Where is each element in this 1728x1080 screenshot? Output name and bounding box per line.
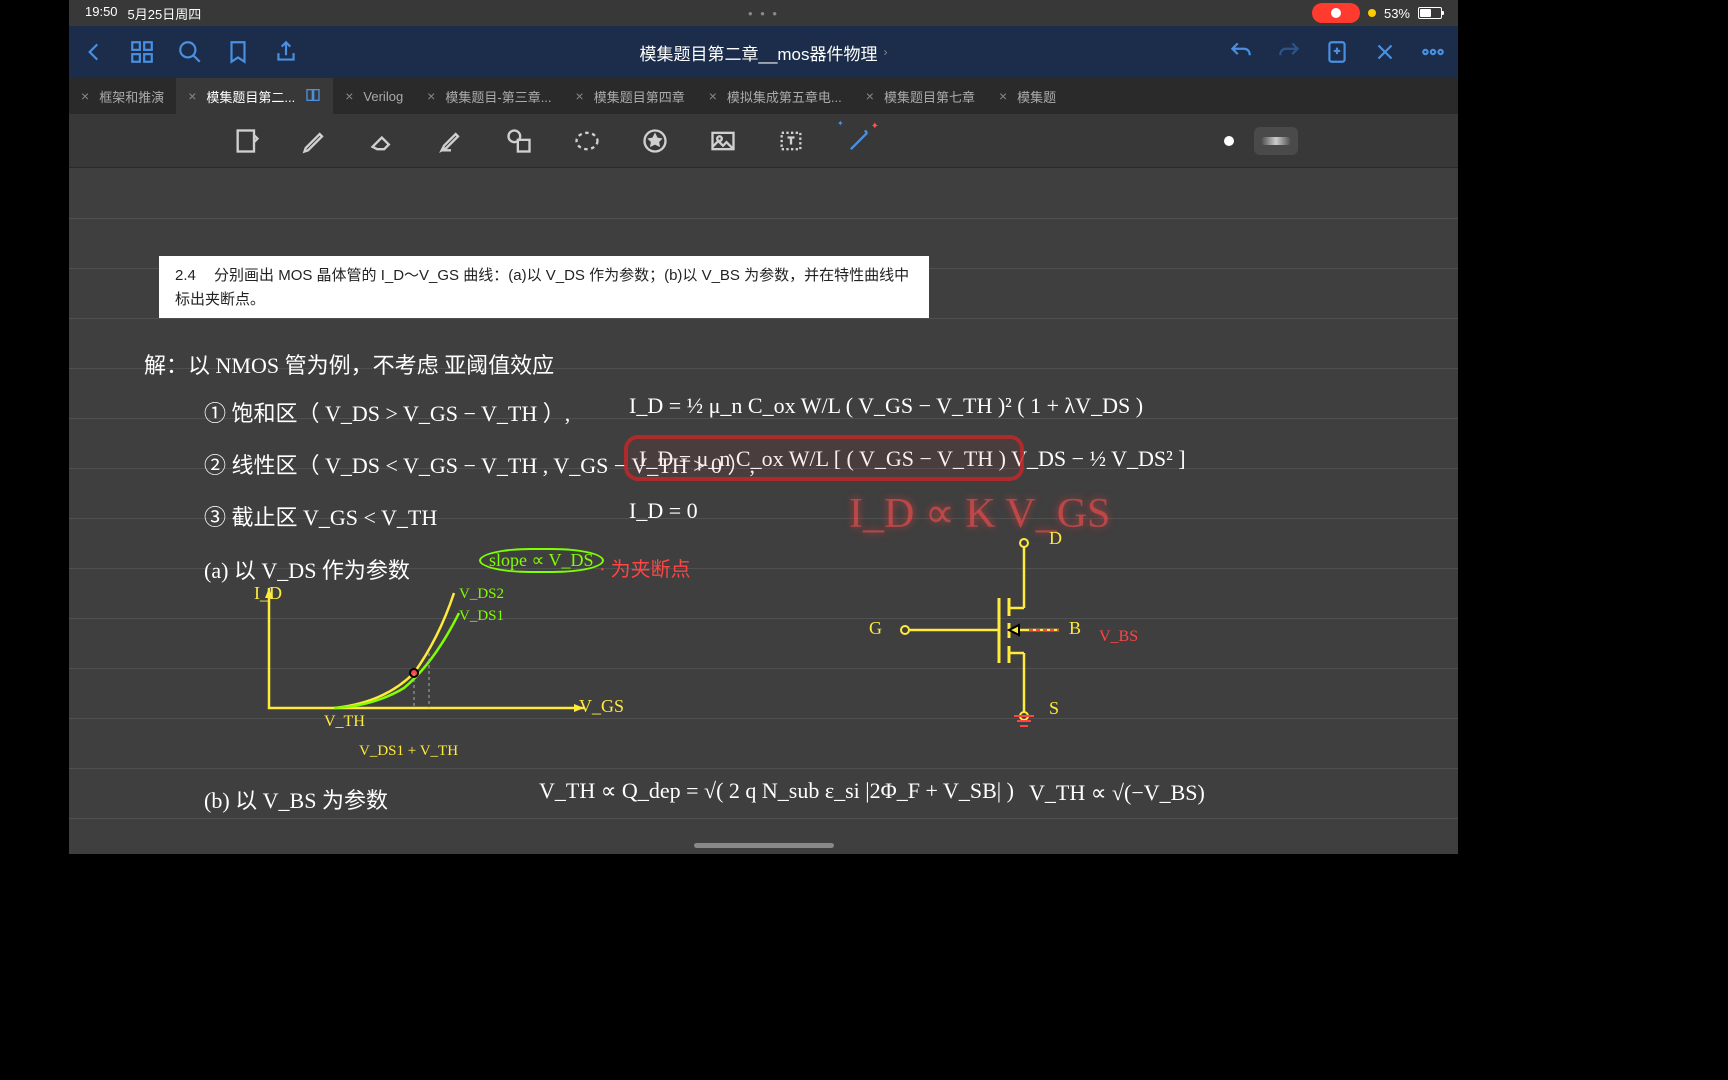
hw-eq-cutoff: I_D = 0 (629, 498, 698, 524)
tab-5[interactable]: ×模拟集成第五章电... (697, 78, 854, 114)
eraser-tool[interactable] (365, 123, 401, 159)
tool-bar: ✦✦ (69, 114, 1458, 168)
hw-region-sat: ① 饱和区（ V_DS > V_GS − V_TH ）, (204, 396, 570, 428)
nav-bar: 模集题目第二章__mos器件物理 › (69, 26, 1458, 78)
axis-y-label: I_D (254, 583, 282, 604)
shape-tool[interactable] (501, 123, 537, 159)
color-picker[interactable] (1224, 136, 1234, 146)
close-icon[interactable]: × (866, 88, 874, 104)
pen-tool[interactable] (297, 123, 333, 159)
magic-tool[interactable]: ✦✦ (841, 123, 877, 159)
axis-x-label: V_GS (579, 696, 624, 717)
split-icon[interactable] (305, 87, 321, 106)
mos-d: D (1049, 528, 1062, 549)
close-icon[interactable]: × (345, 88, 353, 104)
search-button[interactable] (177, 39, 203, 65)
mos-vbs: V_BS (1099, 628, 1138, 646)
vds2-label: V_DS2 (459, 586, 504, 603)
undo-button[interactable] (1228, 39, 1254, 65)
multitask-dots[interactable]: • • • (748, 6, 779, 21)
tab-2[interactable]: ×Verilog (333, 78, 415, 114)
hw-slope-note: slope ∝ V_DS (479, 548, 604, 573)
low-power-dot (1368, 9, 1376, 17)
share-button[interactable] (273, 39, 299, 65)
more-button[interactable] (1420, 39, 1446, 65)
add-page-button[interactable] (1324, 39, 1350, 65)
hw-vth-eq: V_TH ∝ Q_dep = √( 2 q N_sub ε_si |2Φ_F +… (539, 778, 1014, 804)
close-icon[interactable]: × (709, 88, 717, 104)
document-title[interactable]: 模集题目第二章__mos器件物理 › (639, 40, 887, 65)
hw-part-b: (b) 以 V_BS 为参数 (204, 783, 388, 815)
close-icon[interactable]: × (999, 88, 1007, 104)
battery-icon (1418, 7, 1442, 19)
graph-id-vgs (254, 578, 614, 758)
note-canvas[interactable]: 2.4 分别画出 MOS 晶体管的 I_D～V_GS 曲线：(a)以 V_DS … (69, 168, 1458, 854)
close-icon[interactable]: × (188, 88, 196, 104)
close-icon[interactable]: × (427, 88, 435, 104)
lasso-tool[interactable] (569, 123, 605, 159)
vds1vth-label: V_DS1 + V_TH (359, 743, 458, 760)
bookmark-button[interactable] (225, 39, 251, 65)
problem-statement: 2.4 分别画出 MOS 晶体管的 I_D～V_GS 曲线：(a)以 V_DS … (159, 256, 929, 318)
vth-label: V_TH (324, 713, 365, 731)
battery-percent: 53% (1384, 6, 1410, 21)
tab-1[interactable]: ×模集题目第二... (176, 78, 333, 114)
redo-button[interactable] (1276, 39, 1302, 65)
mos-g: G (869, 618, 882, 639)
back-button[interactable] (81, 39, 107, 65)
tab-7[interactable]: ×模集题 (987, 78, 1068, 114)
stroke-width-picker[interactable] (1254, 127, 1298, 155)
page-margin-tool[interactable] (229, 123, 265, 159)
hw-region-cutoff: ③ 截止区 V_GS < V_TH (204, 500, 437, 532)
tab-6[interactable]: ×模集题目第七章 (854, 78, 987, 114)
highlight-box (624, 435, 1024, 481)
highlighter-tool[interactable] (433, 123, 469, 159)
mos-s: S (1049, 698, 1059, 719)
tab-bar: ×框架和推演 ×模集题目第二... ×Verilog ×模集题目-第三章... … (69, 78, 1458, 114)
tab-3[interactable]: ×模集题目-第三章... (415, 78, 563, 114)
close-button[interactable] (1372, 39, 1398, 65)
hw-vth-vbs: V_TH ∝ √(−V_BS) (1029, 780, 1205, 806)
status-bar: 19:50 5月25日周四 • • • 53% (69, 0, 1458, 26)
image-tool[interactable] (705, 123, 741, 159)
status-date: 5月25日周四 (128, 4, 202, 23)
favorites-tool[interactable] (637, 123, 673, 159)
text-tool[interactable] (773, 123, 809, 159)
hw-line-1: 解：以 NMOS 管为例，不考虑 亚阈值效应 (144, 348, 554, 380)
mos-b: B (1069, 618, 1081, 639)
vds1-label: V_DS1 (459, 608, 504, 625)
home-indicator[interactable] (694, 843, 834, 848)
chevron-down-icon: › (884, 45, 888, 59)
grid-view-button[interactable] (129, 39, 155, 65)
recording-indicator[interactable] (1312, 3, 1360, 23)
hw-eq-sat: I_D = ½ μ_n C_ox W/L ( V_GS − V_TH )² ( … (629, 393, 1143, 419)
tab-4[interactable]: ×模集题目第四章 (564, 78, 697, 114)
tab-0[interactable]: ×框架和推演 (69, 78, 176, 114)
close-icon[interactable]: × (576, 88, 584, 104)
status-time: 19:50 (85, 4, 118, 23)
close-icon[interactable]: × (81, 88, 89, 104)
